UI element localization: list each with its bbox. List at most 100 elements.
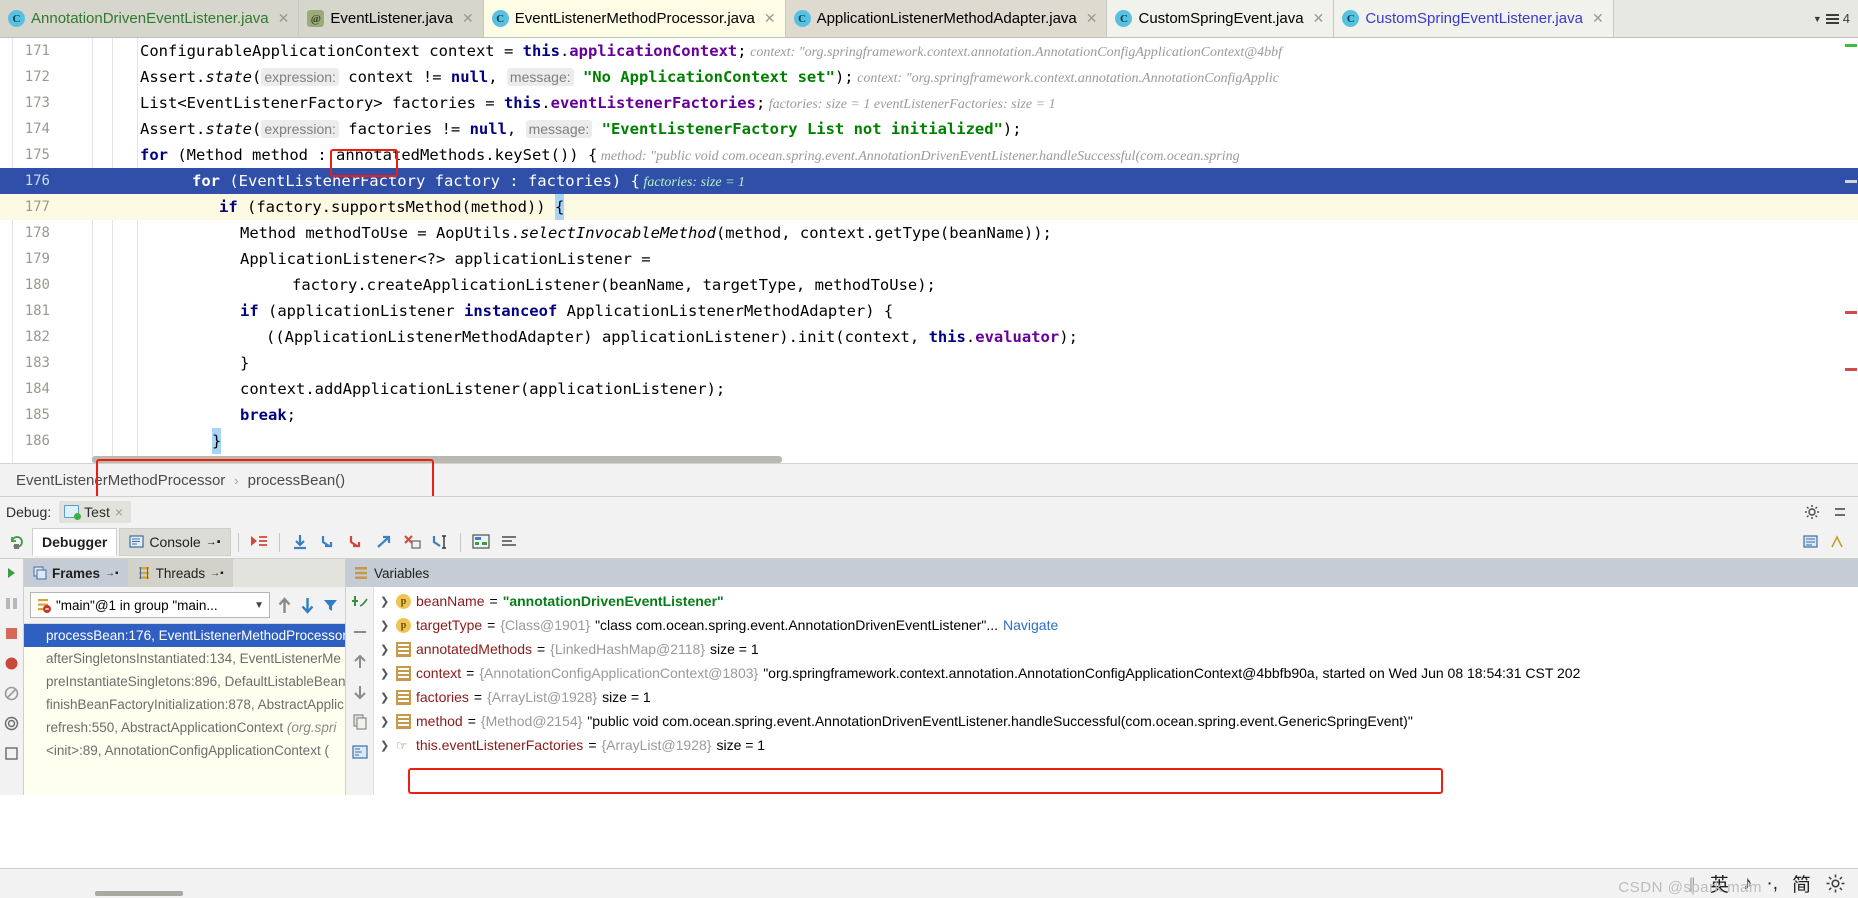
step-over-icon[interactable] [287,530,313,554]
editor-marker-strip[interactable] [1844,38,1858,463]
editor-tab-eventlistenermethodprocessor[interactable]: C EventListenerMethodProcessor.java ✕ [483,0,786,37]
ime-lang-label[interactable]: 英 [1710,870,1729,897]
mute-breakpoints-icon[interactable] [3,685,20,702]
rerun-icon[interactable] [4,530,30,554]
editor-tab-eventlistener[interactable]: @ EventListener.java ✕ [299,0,484,37]
code-line-180[interactable]: 180 factory.createApplicationListener(bea… [0,272,1858,298]
show-execution-point-icon[interactable] [246,530,272,554]
editor-tab-applicationlistenermethodadapter[interactable]: C ApplicationListenerMethodAdapter.java … [785,0,1108,37]
variable-row[interactable]: ❯ factories = {ArrayList@1928} size = 1 [374,685,1858,709]
stack-frame-row[interactable]: finishBeanFactoryInitialization:878, Abs… [24,693,345,716]
force-step-into-icon[interactable] [343,530,369,554]
close-icon[interactable]: × [115,504,123,520]
breadcrumb-class[interactable]: EventListenerMethodProcessor [16,472,225,489]
layout-icon[interactable] [496,530,522,554]
pin-icon[interactable]: →▪ [210,568,224,579]
breadcrumb-method[interactable]: processBean() [248,472,346,489]
code-line-171[interactable]: 171 ConfigurableApplicationContext contex… [0,38,1858,64]
stack-frame-row[interactable]: refresh:550, AbstractApplicationContext … [24,716,345,739]
variable-row[interactable]: ❯ context = {AnnotationConfigApplicationCon… [374,661,1858,685]
stop-program-icon[interactable] [3,625,20,642]
tab-frames[interactable]: Frames →▪ [24,559,128,587]
minimize-icon[interactable] [1832,504,1848,520]
tab-debugger[interactable]: Debugger [32,528,118,556]
code-line-182[interactable]: 182 ((ApplicationListenerMethodAdapter) a… [0,324,1858,350]
code-line-173[interactable]: 173 List<EventListenerFactory> factories … [0,90,1858,116]
editor-tab-annotationdriveneventlistener[interactable]: C AnnotationDrivenEventListener.java ✕ [0,0,300,37]
code-line-172[interactable]: 172 Assert.state(expression: context != n… [0,64,1858,90]
call-stack-list[interactable]: processBean:176, EventListenerMethodProc… [24,624,345,795]
chevron-right-icon[interactable]: ❯ [380,595,391,608]
new-watch-icon[interactable] [351,593,369,611]
code-line-183[interactable]: 183} [0,350,1858,376]
variable-row[interactable]: ❯ p beanName = "annotationDrivenEventListene… [374,589,1858,613]
frames-down-icon[interactable] [299,596,316,615]
tab-threads[interactable]: Threads →▪ [127,559,233,587]
tab-console[interactable]: Console →▪ [119,528,231,556]
settings-icon[interactable] [1802,534,1819,551]
code-line-175[interactable]: 175 for (Method method : annotatedMethods… [0,142,1858,168]
frames-up-icon[interactable] [276,596,293,615]
close-icon[interactable]: ✕ [1592,10,1604,27]
help-icon[interactable] [1829,534,1846,551]
copy-value-icon[interactable] [351,713,369,731]
move-up-icon[interactable] [351,653,369,671]
thread-selector[interactable]: "main"@1 in group "main... ▼ [30,592,270,618]
close-icon[interactable]: ✕ [1313,10,1325,27]
remove-watch-icon[interactable] [351,623,369,641]
pin-tab-icon[interactable] [3,745,20,762]
move-down-icon[interactable] [351,683,369,701]
close-icon[interactable]: ✕ [764,10,776,27]
horizontal-scrollbar-thumb[interactable] [95,891,183,896]
variable-row[interactable]: ❯ method = {Method@2154} "public void com.oc… [374,709,1858,733]
chevron-right-icon[interactable]: ❯ [380,643,391,656]
chevron-right-icon[interactable]: ❯ [380,715,391,728]
tab-overflow-control[interactable]: ▼ 4 [1813,0,1858,37]
code-line-177[interactable]: 177 if (factory.supportsMethod(method)) { [0,194,1858,220]
code-line-179[interactable]: 179 ApplicationListener<?> applicationLis… [0,246,1858,272]
variables-list[interactable]: ❯ p beanName = "annotationDrivenEventListene… [374,587,1858,795]
navigate-link[interactable]: Navigate [1003,617,1058,633]
step-out-icon[interactable] [371,530,397,554]
debug-session-tab-test[interactable]: Test × [59,500,132,523]
close-icon[interactable]: ✕ [278,10,290,27]
pin-icon[interactable]: →▪ [105,568,119,579]
editor-tab-customspringeventlistener[interactable]: C CustomSpringEventListener.java ✕ [1334,0,1614,37]
evaluate-expression-icon[interactable] [468,530,494,554]
evaluate-icon[interactable] [351,743,369,761]
code-line-181[interactable]: 181 if (applicationListener instanceof Ap… [0,298,1858,324]
variable-row[interactable]: ❯ p targetType = {Class@1901} "class com.ocea… [374,613,1858,637]
code-line-184[interactable]: 184 context.addApplicationListener(applic… [0,376,1858,402]
pin-icon[interactable]: →▪ [206,536,221,548]
editor-horizontal-scrollbar[interactable] [92,456,782,463]
code-line-185[interactable]: 185 break; [0,402,1858,428]
drop-frame-icon[interactable] [399,530,425,554]
close-icon[interactable]: ✕ [1086,10,1098,27]
code-editor[interactable]: 171 ConfigurableApplicationContext contex… [0,38,1858,463]
stack-frame-row[interactable]: afterSingletonsInstantiated:134, EventLi… [24,647,345,670]
settings-icon[interactable] [3,715,20,732]
stack-frame-row[interactable]: preInstantiateSingletons:896, DefaultLis… [24,670,345,693]
variable-row[interactable]: ❯ ☞ this.eventListenerFactories = {ArrayList… [374,733,1858,757]
stack-frame-row[interactable]: processBean:176, EventListenerMethodProc… [24,624,345,647]
chevron-right-icon[interactable]: ❯ [380,619,391,632]
editor-tab-customspringevent[interactable]: C CustomSpringEvent.java ✕ [1107,0,1335,37]
code-line-174[interactable]: 174 Assert.state(expression: factories !=… [0,116,1858,142]
resume-program-icon[interactable] [3,565,20,582]
pause-program-icon[interactable] [3,595,20,612]
chevron-right-icon[interactable]: ❯ [380,691,391,704]
filter-frames-icon[interactable] [322,597,339,614]
ime-punctuation-icon[interactable]: ·, [1766,873,1778,895]
code-line-176[interactable]: 176 for (EventListenerFactory factory : f… [0,168,1858,194]
settings-icon[interactable] [1804,504,1820,520]
variable-row[interactable]: ❯ annotatedMethods = {LinkedHashMap@2118} si… [374,637,1858,661]
view-breakpoints-icon[interactable] [3,655,20,672]
settings-icon[interactable] [1825,873,1846,894]
run-to-cursor-icon[interactable] [427,530,453,554]
stack-frame-row[interactable]: <init>:89, AnnotationConfigApplicationCo… [24,739,345,762]
close-icon[interactable]: ✕ [462,10,474,27]
code-line-178[interactable]: 178 Method methodToUse = AopUtils.selectI… [0,220,1858,246]
breadcrumb[interactable]: EventListenerMethodProcessor › processBe… [0,459,1858,501]
ime-note-icon[interactable]: ♪ [1743,873,1753,895]
ime-simplified-label[interactable]: 简 [1792,870,1811,897]
